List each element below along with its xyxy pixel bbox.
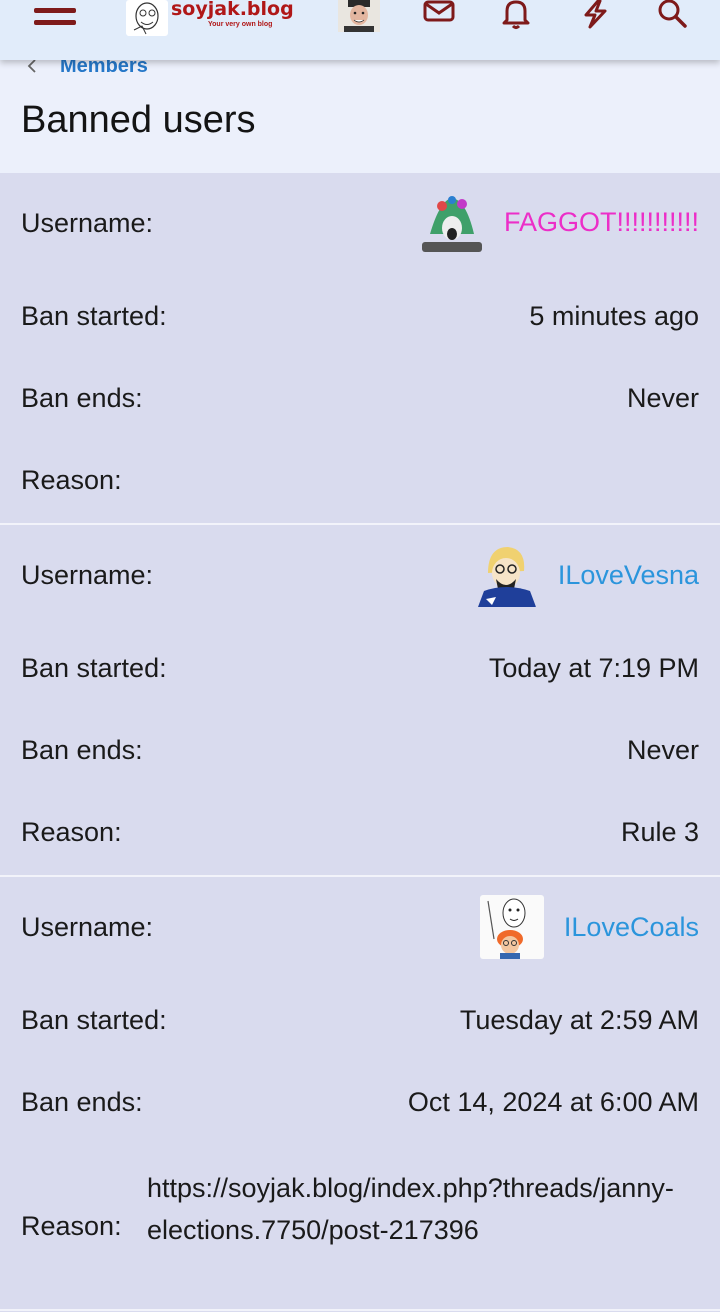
reason-label: Reason: (21, 817, 122, 847)
ban-started-label: Ban started: (21, 301, 167, 331)
ban-entry: Username: ILoveCoals Ban started: Tuesda… (0, 877, 720, 1311)
ban-ends-label: Ban ends: (21, 1087, 143, 1117)
ban-started-value: Today at 7:19 PM (488, 653, 699, 683)
ban-ends-value: Oct 14, 2024 at 6:00 AM (407, 1087, 699, 1117)
top-navigation-bar: soyjak.blog Your very own blog (0, 0, 720, 60)
chevron-left-icon (27, 59, 36, 73)
username-label: Username: (21, 560, 154, 590)
ban-started-value: 5 minutes ago (529, 301, 699, 331)
username-label: Username: (21, 208, 154, 238)
reason-label: Reason: (21, 1211, 122, 1241)
logo-text: soyjak.blog (171, 0, 294, 20)
page-title: Banned users (21, 99, 256, 141)
site-logo[interactable]: soyjak.blog Your very own blog (126, 0, 306, 36)
ban-entry: Username: ILoveVesna Ban started: Today … (0, 525, 720, 877)
bell-icon[interactable] (499, 0, 533, 32)
ban-started-label: Ban started: (21, 1005, 167, 1035)
logo-soyjak-face-icon (126, 0, 168, 36)
ban-ends-value: Never (626, 383, 699, 413)
ban-started-label: Ban started: (21, 653, 167, 683)
reason-value: https://soyjak.blog/index.php?threads/ja… (147, 1173, 674, 1245)
reason-label: Reason: (21, 465, 122, 495)
username-value[interactable]: ILoveCoals (564, 912, 699, 943)
ban-ends-label: Ban ends: (21, 735, 143, 765)
user-avatar-icon (479, 895, 544, 959)
banned-user-link[interactable]: ILoveCoals (479, 895, 699, 959)
username-label: Username: (21, 912, 154, 942)
user-avatar-icon (473, 543, 538, 607)
ban-entry: Username: FAGGOT!!!!!!!!!!! Ban started:… (0, 173, 720, 525)
ban-started-value: Tuesday at 2:59 AM (459, 1005, 699, 1035)
banned-user-link[interactable]: FAGGOT!!!!!!!!!!! (419, 190, 699, 254)
ban-ends-value: Never (626, 735, 699, 765)
username-value[interactable]: ILoveVesna (558, 560, 699, 591)
lightning-icon[interactable] (578, 0, 612, 32)
search-icon[interactable] (655, 0, 689, 32)
envelope-icon[interactable] (422, 0, 456, 32)
logo-tagline: Your very own blog (208, 21, 273, 28)
ban-ends-label: Ban ends: (21, 383, 143, 413)
banned-users-list: Username: FAGGOT!!!!!!!!!!! Ban started:… (0, 173, 720, 1311)
reason-value: Rule 3 (620, 817, 699, 847)
user-avatar-icon (419, 190, 484, 254)
username-value[interactable]: FAGGOT!!!!!!!!!!! (504, 207, 699, 238)
account-avatar[interactable] (338, 0, 380, 32)
banned-user-link[interactable]: ILoveVesna (473, 543, 699, 607)
menu-icon[interactable] (34, 8, 76, 34)
